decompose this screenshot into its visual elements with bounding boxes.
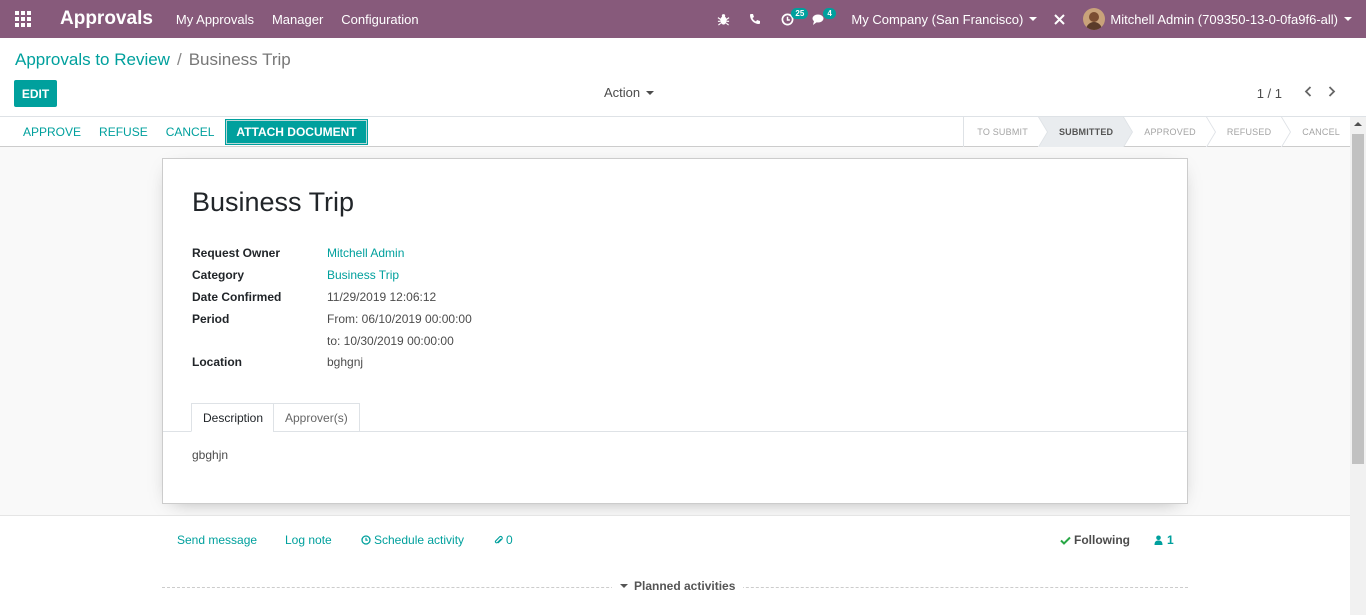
paperclip-icon: [494, 535, 503, 546]
following-button[interactable]: Following: [1060, 533, 1130, 547]
caret-down-icon: [1344, 17, 1352, 21]
description-content[interactable]: gbghjn: [192, 448, 228, 462]
user-menu[interactable]: Mitchell Admin (709350-13-0-0fa9f6-all): [1071, 8, 1366, 30]
field-category: Category Business Trip: [192, 268, 399, 282]
status-bar: APPROVE REFUSE CANCEL ATTACH DOCUMENT TO…: [0, 117, 1366, 147]
field-period: Period From: 06/10/2019 00:00:00: [192, 312, 472, 326]
stage-label: TO SUBMIT: [977, 127, 1028, 137]
chatter: Send message Log note Schedule activity …: [0, 515, 1350, 615]
send-message-button[interactable]: Send message: [177, 533, 257, 547]
apps-menu-icon[interactable]: [0, 0, 46, 38]
menu-my-approvals[interactable]: My Approvals: [167, 12, 263, 27]
cancel-button[interactable]: CANCEL: [157, 119, 224, 145]
tab-approvers[interactable]: Approver(s): [273, 403, 360, 432]
caret-down-icon: [1029, 17, 1038, 21]
debug-bug-icon[interactable]: [707, 0, 739, 38]
log-note-button[interactable]: Log note: [285, 533, 332, 547]
request-owner-link[interactable]: Mitchell Admin: [327, 246, 404, 260]
field-period-to: to: 10/30/2019 00:00:00: [192, 334, 454, 348]
company-switcher[interactable]: My Company (San Francisco): [835, 12, 1047, 27]
attachments-count: 0: [506, 533, 513, 547]
stage-refused[interactable]: REFUSED: [1205, 117, 1292, 147]
followers-count: 1: [1167, 533, 1174, 547]
action-dropdown[interactable]: Action: [604, 85, 655, 100]
stage-label: CANCEL: [1302, 127, 1340, 137]
stage-to-submit[interactable]: TO SUBMIT: [963, 117, 1048, 147]
vertical-scrollbar[interactable]: [1350, 117, 1366, 615]
field-location: Location bghgnj: [192, 355, 363, 369]
phone-icon[interactable]: [739, 0, 771, 38]
planned-activities-toggle[interactable]: Planned activities: [612, 579, 744, 593]
user-icon: [1154, 535, 1163, 545]
date-confirmed-value: 11/29/2019 12:06:12: [327, 290, 437, 304]
period-from-value: From: 06/10/2019 00:00:00: [327, 312, 472, 326]
messages-chat-icon[interactable]: 4: [803, 0, 836, 38]
attachments-button[interactable]: 0: [494, 533, 513, 547]
breadcrumb-current: Business Trip: [188, 50, 291, 69]
app-brand[interactable]: Approvals: [46, 8, 167, 30]
breadcrumb-parent-link[interactable]: Approvals to Review: [15, 50, 170, 70]
caret-down-icon: [646, 90, 655, 95]
approve-button[interactable]: APPROVE: [14, 119, 90, 145]
refuse-button[interactable]: REFUSE: [90, 119, 157, 145]
following-label: Following: [1074, 533, 1130, 547]
record-title: Business Trip: [192, 187, 355, 217]
pager-previous-icon[interactable]: [1296, 84, 1320, 102]
action-label: Action: [604, 85, 641, 100]
stage-approved[interactable]: APPROVED: [1123, 117, 1216, 147]
planned-activities-label: Planned activities: [634, 579, 736, 593]
scrollbar-thumb[interactable]: [1352, 134, 1364, 464]
attach-document-button[interactable]: ATTACH DOCUMENT: [225, 119, 368, 145]
caret-down-icon: [620, 584, 628, 588]
message-count-badge: 4: [823, 8, 836, 19]
field-label: Request Owner: [192, 246, 281, 260]
schedule-activity-button[interactable]: Schedule activity: [361, 533, 464, 547]
status-buttons: APPROVE REFUSE CANCEL ATTACH DOCUMENT: [14, 119, 368, 145]
field-label: Period: [192, 312, 230, 326]
edit-button[interactable]: EDIT: [14, 80, 57, 107]
field-date-confirmed: Date Confirmed 11/29/2019 12:06:12: [192, 290, 436, 304]
stage-pipeline: TO SUBMIT SUBMITTED APPROVED REFUSED CAN…: [963, 117, 1350, 147]
check-icon: [1060, 536, 1071, 545]
pager-value[interactable]: 1 / 1: [1257, 86, 1282, 101]
stage-label: REFUSED: [1226, 127, 1272, 137]
pager: 1 / 1: [1257, 84, 1344, 102]
menu-configuration[interactable]: Configuration: [332, 12, 427, 27]
location-value: bghgnj: [327, 355, 364, 369]
stage-submitted[interactable]: SUBMITTED: [1037, 117, 1134, 147]
top-navbar: Approvals My Approvals Manager Configura…: [0, 0, 1366, 38]
close-icon[interactable]: [1047, 0, 1071, 38]
scroll-up-arrow-icon[interactable]: [1354, 122, 1362, 126]
user-name: Mitchell Admin (709350-13-0-0fa9f6-all): [1110, 11, 1338, 27]
avatar: [1083, 8, 1106, 30]
control-panel: Approvals to Review / Business Trip EDIT…: [0, 38, 1366, 117]
stage-label: APPROVED: [1144, 127, 1196, 137]
company-name: My Company (San Francisco): [851, 11, 1024, 27]
category-link[interactable]: Business Trip: [327, 268, 399, 282]
breadcrumb: Approvals to Review / Business Trip: [15, 50, 291, 70]
stage-cancel[interactable]: CANCEL: [1281, 117, 1350, 147]
followers-button[interactable]: 1: [1154, 533, 1174, 547]
activity-clock-icon[interactable]: 25: [771, 0, 809, 38]
form-sheet: Business Trip Request Owner Mitchell Adm…: [162, 158, 1188, 504]
stage-label: SUBMITTED: [1058, 127, 1114, 137]
tab-description[interactable]: Description: [191, 403, 276, 432]
breadcrumb-separator: /: [176, 50, 182, 69]
clock-icon: [361, 535, 371, 545]
menu-manager[interactable]: Manager: [263, 12, 332, 27]
pager-next-icon[interactable]: [1320, 84, 1344, 102]
notebook-tabs: Description Approver(s): [163, 403, 1187, 432]
field-label: Category: [192, 268, 245, 282]
period-to-value: to: 10/30/2019 00:00:00: [327, 334, 454, 348]
field-request-owner: Request Owner Mitchell Admin: [192, 246, 404, 260]
field-label: Location: [192, 355, 242, 369]
schedule-activity-label: Schedule activity: [374, 533, 465, 547]
field-label: Date Confirmed: [192, 290, 282, 304]
